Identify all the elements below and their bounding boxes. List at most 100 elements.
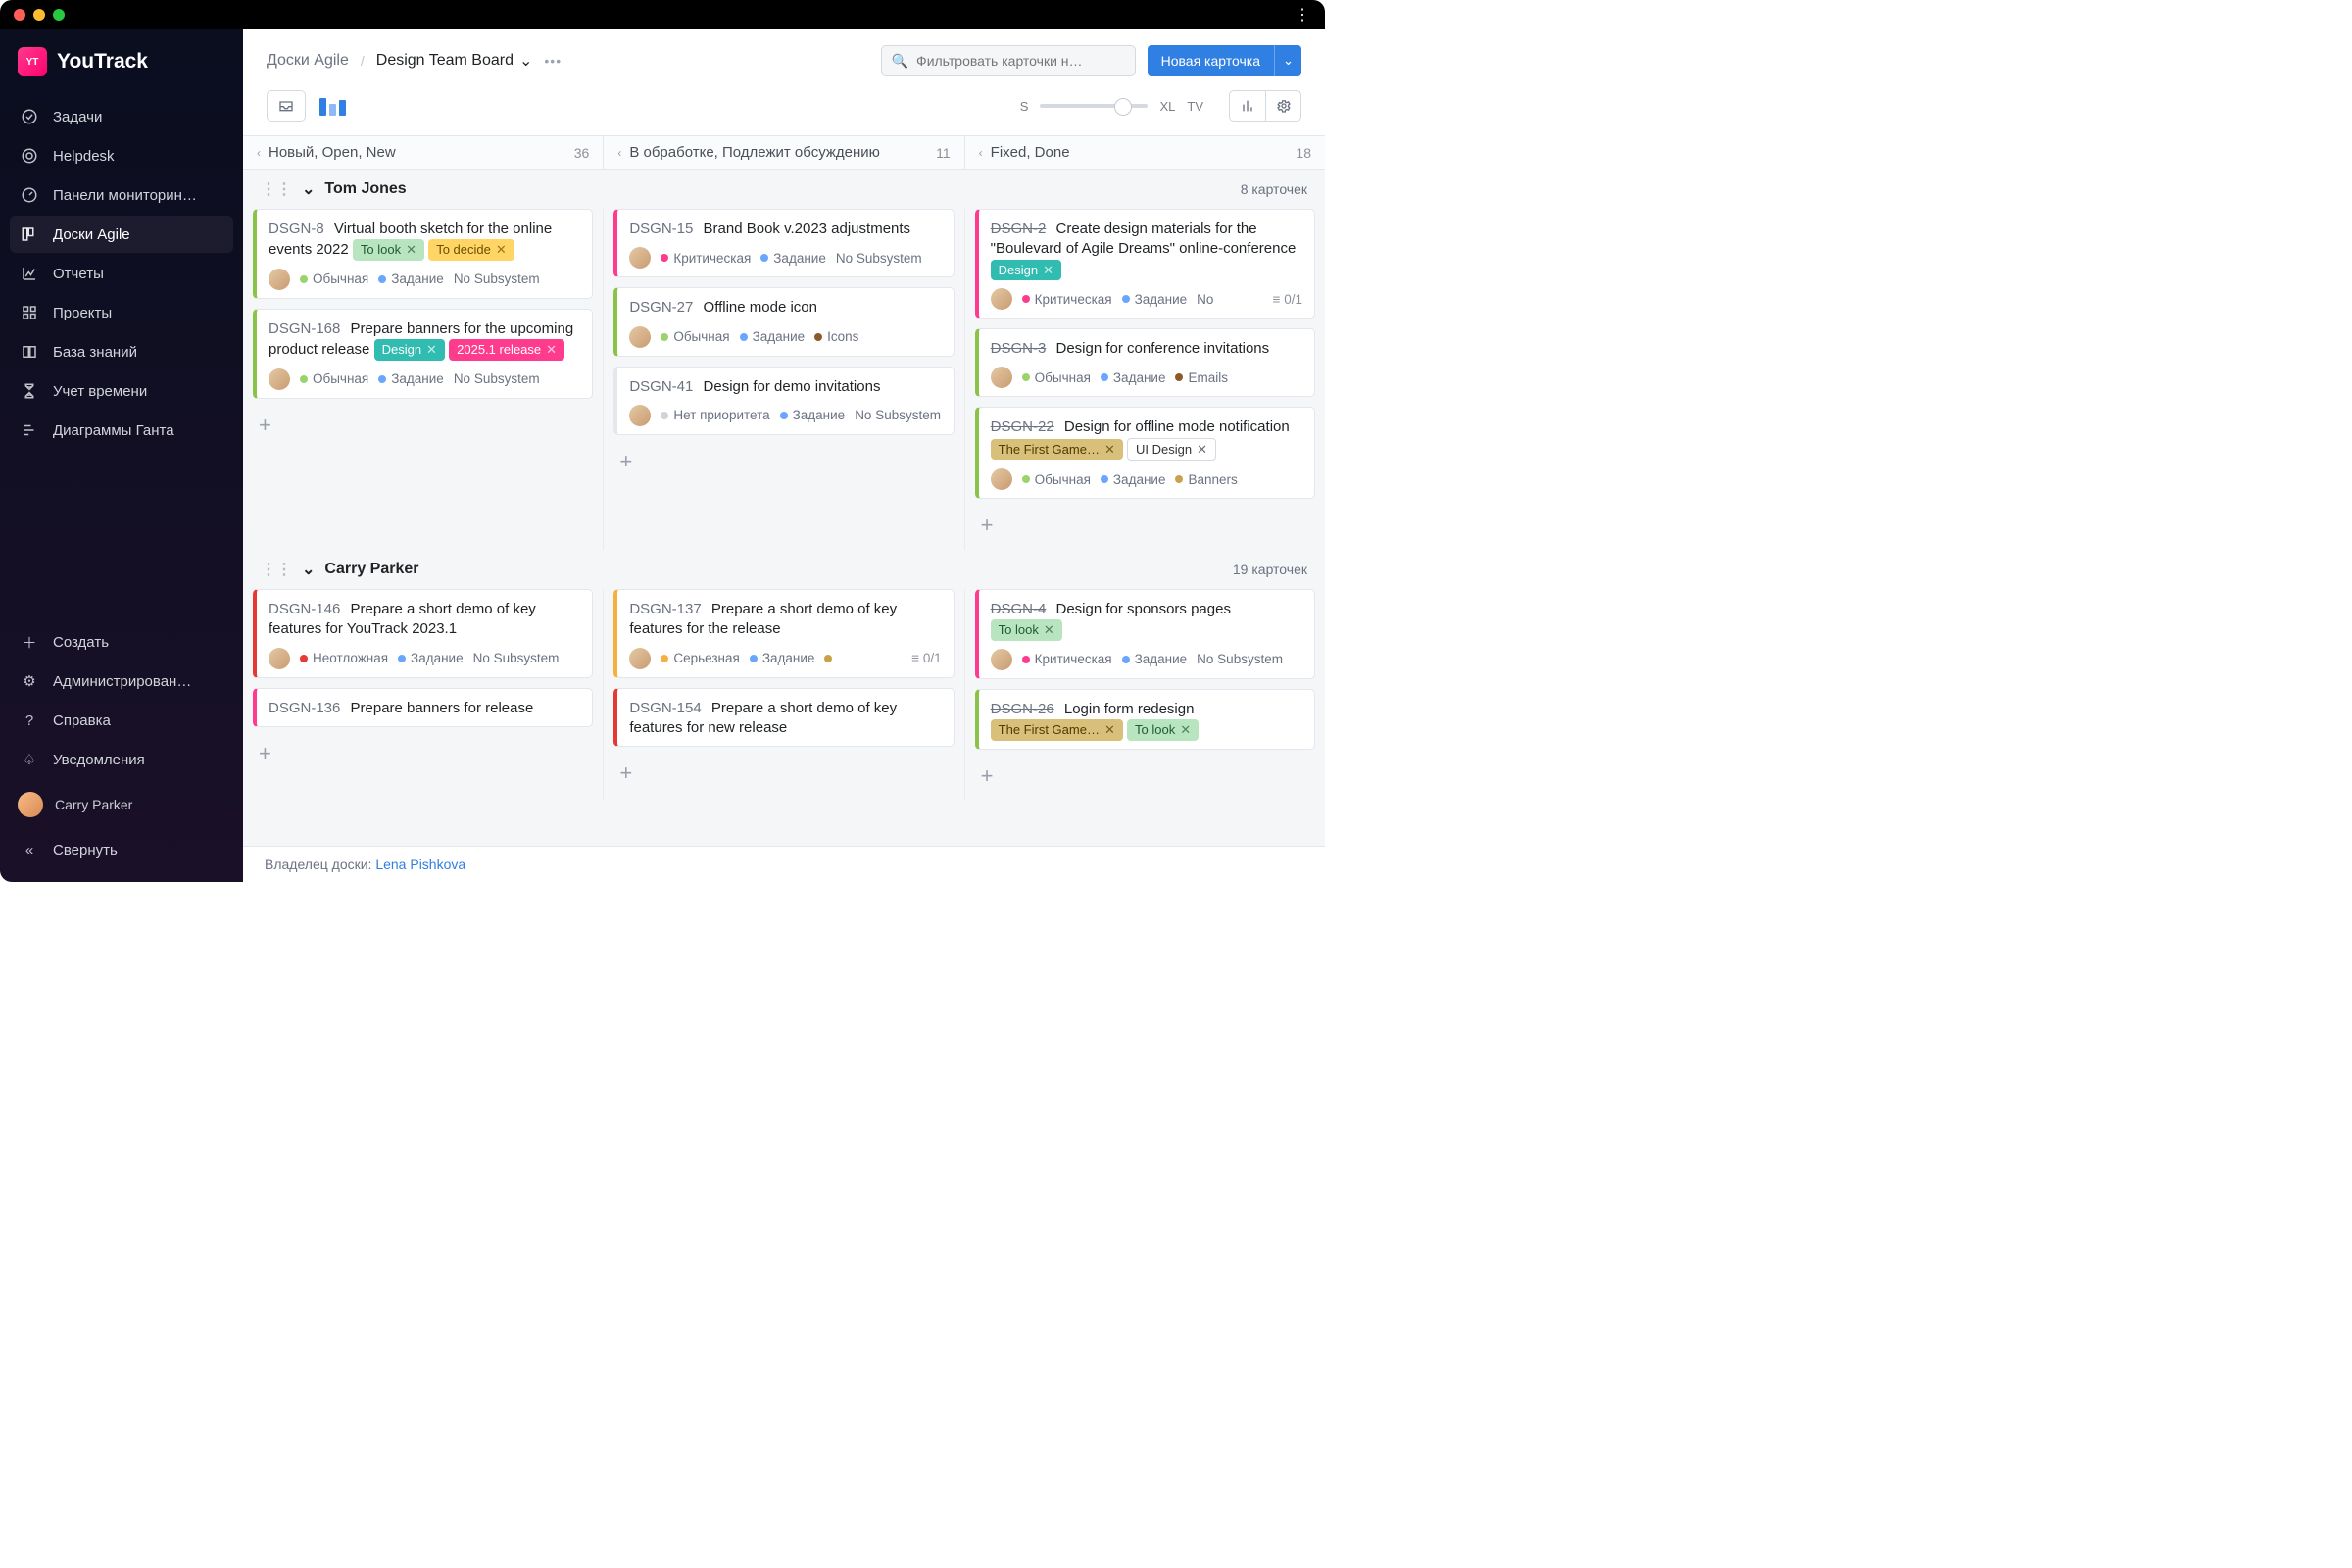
sidebar-item-5[interactable]: Проекты <box>10 294 233 331</box>
board-view-button[interactable] <box>319 96 351 116</box>
sidebar-collapse[interactable]: « Свернуть <box>10 831 233 868</box>
assignee-avatar[interactable] <box>991 288 1012 310</box>
card-size-slider[interactable] <box>1040 104 1148 108</box>
assignee-avatar[interactable] <box>629 648 651 669</box>
chart-toggle-button[interactable] <box>1230 91 1265 121</box>
search-box[interactable]: 🔍 <box>881 45 1136 76</box>
settings-button[interactable] <box>1265 91 1300 121</box>
sidebar-item-1[interactable]: Helpdesk <box>10 137 233 174</box>
sidebar-create[interactable]: ＋ Создать <box>10 623 233 661</box>
tag[interactable]: The First Game… ✕ <box>991 719 1123 741</box>
card-DSGN-8[interactable]: DSGN-8 Virtual booth sketch for the onli… <box>253 209 593 299</box>
add-card-button[interactable]: + <box>613 445 954 478</box>
size-xl-label[interactable]: XL <box>1159 99 1175 114</box>
tag-remove-icon[interactable]: ✕ <box>406 241 416 259</box>
subtask-count[interactable]: ≡ 0/1 <box>1273 292 1302 307</box>
size-s-label[interactable]: S <box>1020 99 1029 114</box>
tag-remove-icon[interactable]: ✕ <box>546 341 557 359</box>
sidebar-item-6[interactable]: База знаний <box>10 333 233 370</box>
card-DSGN-15[interactable]: DSGN-15 Brand Book v.2023 adjustmentsКри… <box>613 209 954 277</box>
add-card-button[interactable]: + <box>975 760 1315 793</box>
column-header-2[interactable]: ‹Fixed, Done18 <box>965 136 1325 169</box>
card-DSGN-27[interactable]: DSGN-27 Offline mode iconОбычнаяЗаданиеI… <box>613 287 954 356</box>
card-id[interactable]: DSGN-3 <box>991 340 1047 357</box>
sidebar-item-2[interactable]: Панели мониторин… <box>10 176 233 214</box>
tag-remove-icon[interactable]: ✕ <box>1044 621 1054 639</box>
maximize-window[interactable] <box>53 9 65 21</box>
sidebar-help[interactable]: ? Справка <box>10 702 233 739</box>
tag[interactable]: Design ✕ <box>374 339 445 361</box>
drag-handle-icon[interactable]: ⋮⋮ <box>261 179 292 199</box>
card-id[interactable]: DSGN-168 <box>269 320 340 337</box>
breadcrumb-root[interactable]: Доски Agile <box>267 52 349 70</box>
window-menu-icon[interactable]: ⋮ <box>1295 5 1311 24</box>
tag[interactable]: 2025.1 release ✕ <box>449 339 564 361</box>
column-header-0[interactable]: ‹Новый, Open, New36 <box>243 136 604 169</box>
sidebar-item-7[interactable]: Учет времени <box>10 372 233 410</box>
card-id[interactable]: DSGN-154 <box>629 700 701 716</box>
sidebar-item-0[interactable]: Задачи <box>10 98 233 135</box>
sidebar-notifications[interactable]: ♤ Уведомления <box>10 741 233 778</box>
assignee-avatar[interactable] <box>629 326 651 348</box>
tag[interactable]: To look ✕ <box>353 239 424 261</box>
inbox-button[interactable] <box>267 90 306 122</box>
card-id[interactable]: DSGN-8 <box>269 220 324 237</box>
card-DSGN-146[interactable]: DSGN-146 Prepare a short demo of key fea… <box>253 589 593 678</box>
board-owner-link[interactable]: Lena Pishkova <box>375 857 466 872</box>
tag[interactable]: To decide ✕ <box>428 239 514 261</box>
subtask-count[interactable]: ≡ 0/1 <box>911 651 941 665</box>
tag[interactable]: The First Game… ✕ <box>991 439 1123 461</box>
card-DSGN-3[interactable]: DSGN-3 Design for conference invitations… <box>975 328 1315 397</box>
sidebar-admin[interactable]: ⚙ Администрирован… <box>10 662 233 700</box>
swimlane-header[interactable]: ⋮⋮⌄Tom Jones8 карточек <box>243 170 1325 209</box>
card-id[interactable]: DSGN-22 <box>991 418 1054 435</box>
card-id[interactable]: DSGN-15 <box>629 220 693 237</box>
search-input[interactable] <box>916 53 1125 69</box>
assignee-avatar[interactable] <box>269 368 290 390</box>
assignee-avatar[interactable] <box>269 648 290 669</box>
card-id[interactable]: DSGN-146 <box>269 601 340 617</box>
tag[interactable]: To look ✕ <box>1127 719 1199 741</box>
tag[interactable]: Design ✕ <box>991 260 1061 281</box>
add-card-button[interactable]: + <box>975 509 1315 542</box>
tag-remove-icon[interactable]: ✕ <box>1197 441 1207 459</box>
tag-remove-icon[interactable]: ✕ <box>1043 262 1054 279</box>
card-DSGN-154[interactable]: DSGN-154 Prepare a short demo of key fea… <box>613 688 954 748</box>
column-header-1[interactable]: ‹В обработке, Подлежит обсуждению11 <box>604 136 964 169</box>
sidebar-item-4[interactable]: Отчеты <box>10 255 233 292</box>
board-name-dropdown[interactable]: Design Team Board ⌄ <box>376 51 533 71</box>
card-DSGN-26[interactable]: DSGN-26 Login form redesign The First Ga… <box>975 689 1315 750</box>
card-DSGN-136[interactable]: DSGN-136 Prepare banners for release <box>253 688 593 727</box>
card-id[interactable]: DSGN-26 <box>991 701 1054 717</box>
card-id[interactable]: DSGN-41 <box>629 378 693 395</box>
sidebar-item-8[interactable]: Диаграммы Ганта <box>10 412 233 449</box>
size-tv-label[interactable]: TV <box>1187 99 1203 114</box>
drag-handle-icon[interactable]: ⋮⋮ <box>261 560 292 579</box>
add-card-button[interactable]: + <box>253 737 593 770</box>
tag-remove-icon[interactable]: ✕ <box>426 341 437 359</box>
assignee-avatar[interactable] <box>269 269 290 290</box>
new-card-dropdown[interactable]: ⌄ <box>1274 45 1301 76</box>
assignee-avatar[interactable] <box>629 247 651 269</box>
card-DSGN-22[interactable]: DSGN-22 Design for offline mode notifica… <box>975 407 1315 499</box>
card-id[interactable]: DSGN-2 <box>991 220 1047 237</box>
tag[interactable]: To look ✕ <box>991 619 1062 641</box>
sidebar-user[interactable]: Carry Parker <box>0 782 243 827</box>
card-DSGN-137[interactable]: DSGN-137 Prepare a short demo of key fea… <box>613 589 954 678</box>
assignee-avatar[interactable] <box>991 367 1012 388</box>
add-card-button[interactable]: + <box>253 409 593 442</box>
tag-remove-icon[interactable]: ✕ <box>1180 721 1191 739</box>
assignee-avatar[interactable] <box>991 649 1012 670</box>
board-actions-icon[interactable]: ••• <box>544 53 562 69</box>
new-card-button[interactable]: Новая карточка <box>1148 45 1274 76</box>
card-DSGN-2[interactable]: DSGN-2 Create design materials for the "… <box>975 209 1315 318</box>
close-window[interactable] <box>14 9 25 21</box>
tag[interactable]: UI Design ✕ <box>1127 438 1216 462</box>
tag-remove-icon[interactable]: ✕ <box>496 241 507 259</box>
tag-remove-icon[interactable]: ✕ <box>1104 441 1115 459</box>
swimlane-header[interactable]: ⋮⋮⌄Carry Parker19 карточек <box>243 550 1325 589</box>
card-DSGN-4[interactable]: DSGN-4 Design for sponsors pages To look… <box>975 589 1315 679</box>
card-id[interactable]: DSGN-137 <box>629 601 701 617</box>
card-DSGN-168[interactable]: DSGN-168 Prepare banners for the upcomin… <box>253 309 593 399</box>
chevron-down-icon[interactable]: ⌄ <box>302 179 315 199</box>
